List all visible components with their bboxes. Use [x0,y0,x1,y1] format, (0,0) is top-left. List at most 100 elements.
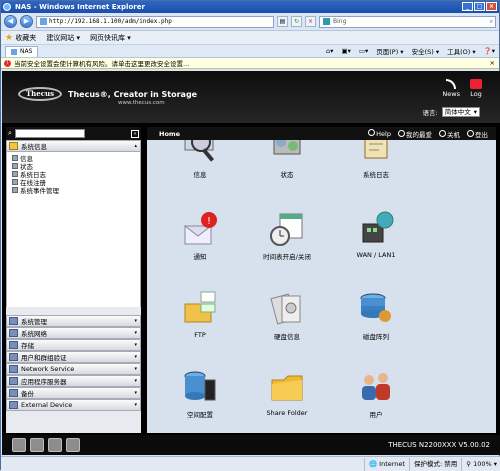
title-bar: NAS - Windows Internet Explorer _ □ × [1,1,499,13]
footer-app-icon-2[interactable] [30,438,44,452]
refresh-icon[interactable]: ↻ [291,16,302,27]
sidebar-category-network[interactable]: 系统网络 ▾ [6,327,141,339]
item-icon [12,187,18,193]
sidebar-category-storage[interactable]: 存储 ▾ [6,339,141,351]
tile-syslog[interactable]: 系统日志 [331,140,421,179]
cmd-help[interactable]: ❓▾ [484,47,495,55]
users-icon [9,353,18,361]
feeds-icon[interactable]: ▣▾ [341,47,350,55]
storage-icon [9,341,18,349]
favorite-icon [398,129,405,137]
brand-site: www.thecus.com [118,100,165,106]
sidebar-search-input[interactable] [14,129,85,138]
footer-app-icon-4[interactable] [66,438,80,452]
status-icon [268,140,306,166]
tile-raid[interactable]: 磁盘阵列 [331,290,421,341]
cmd-page[interactable]: 页面(P) ▾ [376,46,403,56]
backup-icon [9,389,18,397]
tile-users[interactable]: 用户 [331,368,421,419]
security-infobar[interactable]: ! 当前安全设置会使计算机有风险。请单击这里更改安全设置... × [1,58,499,69]
home-icon[interactable]: ⌂▾ [326,47,333,55]
logout-link[interactable]: 登出 [467,129,488,139]
footer-app-icon-1[interactable] [12,438,26,452]
maximize-button[interactable]: □ [474,2,485,11]
tools-icon [9,317,18,325]
chevron-down-icon: ▾ [134,390,137,396]
sidebar-header: ⌕ « [6,127,141,140]
network-icon [9,329,18,337]
infobar-close-icon[interactable]: × [490,59,495,67]
sidebar-category-external-device[interactable]: External Device ▾ [6,399,141,411]
tile-info[interactable]: 信息 [155,140,245,179]
search-icon[interactable]: ⌕ [490,18,493,26]
language-select[interactable]: 简体中文 ▾ [441,107,480,117]
fav-item-suggested-sites[interactable]: 建议网站 ▾ [46,33,80,43]
page-icon [40,18,47,25]
window-title: NAS - Windows Internet Explorer [15,3,145,11]
tile-status[interactable]: 状态 [242,140,332,179]
main-panel: Home Help 我的最爱 关机 登出 信息 状态 系统日志 ! 通知 时间表… [147,127,496,433]
sidebar-category-users[interactable]: 用户和群组验证 ▾ [6,351,141,363]
power-icon [439,129,446,137]
close-button[interactable]: × [486,2,497,11]
favorites-button[interactable]: ★ 收藏夹 [5,33,36,43]
cmd-tools[interactable]: 工具(O) ▾ [447,46,476,56]
tile-disk-info[interactable]: 硬盘信息 [242,290,332,341]
sidebar-item-event-mgmt[interactable]: 系统事件管理 [12,186,135,195]
status-zoom[interactable]: ⚲ 100% ▾ [461,457,500,471]
sidebar-category-network-service[interactable]: Network Service ▾ [6,363,141,375]
ie-logo-icon [3,3,11,11]
tile-space-allocation[interactable]: 空间配置 [155,368,245,419]
back-button[interactable]: ◀ [4,15,17,28]
raid-icon [357,290,395,328]
tile-ftp[interactable]: FTP [155,290,245,339]
cmd-safety[interactable]: 安全(S) ▾ [412,46,440,56]
search-icon: ⌕ [8,129,12,137]
help-link[interactable]: Help [368,129,391,138]
sidebar-category-system-mgmt[interactable]: 系统管理 ▾ [6,315,141,327]
address-bar: ◀ ▶ http://192.168.1.100/adm/index.php ▤… [1,13,499,31]
logout-icon [467,129,474,137]
sidebar-category-backup[interactable]: 备份 ▾ [6,387,141,399]
item-icon [12,163,18,169]
log-icon [470,79,482,89]
sidebar-category-system-info[interactable]: 系统信息 ▴ [6,140,141,152]
collapse-icon[interactable]: « [131,129,139,138]
tile-wan-lan[interactable]: WAN / LAN1 [331,210,421,259]
rss-icon [446,79,457,89]
log-button[interactable]: Log [470,79,482,98]
tile-notification[interactable]: ! 通知 [155,210,245,261]
sidebar-category-app-server[interactable]: 应用程序服务器 ▾ [6,375,141,387]
nas-admin-page: Thecus Thecus®, Creator in Storage www.t… [2,71,500,455]
space-alloc-icon [181,368,219,406]
page-footer: THECUS N2200XXX V5.00.02 [2,435,500,455]
print-icon[interactable]: ▭▾ [359,47,368,55]
favorites-link[interactable]: 我的最爱 [398,129,432,139]
thecus-logo: Thecus Thecus®, Creator in Storage www.t… [18,87,198,106]
shutdown-link[interactable]: 关机 [439,129,460,139]
tab-page-icon [11,48,17,55]
address-field[interactable]: http://192.168.1.100/adm/index.php [36,15,274,28]
tab-nas[interactable]: NAS [5,45,39,57]
chevron-down-icon: ▾ [134,366,137,372]
tile-share-folder[interactable]: Share Folder [242,368,332,417]
forward-button[interactable]: ▶ [20,15,33,28]
compat-view-icon[interactable]: ▤ [277,16,288,27]
item-icon [12,171,18,177]
status-protected-mode: 保护模式: 禁用 [408,457,461,471]
news-button[interactable]: News [442,79,460,98]
item-icon [12,179,18,185]
chevron-down-icon: ▾ [134,402,137,408]
star-icon: ★ [5,32,14,43]
minimize-button[interactable]: _ [462,2,473,11]
search-input[interactable]: Bing ⌕ [319,15,496,28]
infobar-text: 当前安全设置会使计算机有风险。请单击这里更改安全设置... [14,60,190,68]
tab-bar: NAS ⌂▾ ▣▾ ▭▾ 页面(P) ▾ 安全(S) ▾ 工具(O) ▾ ❓▾ [1,45,499,58]
stop-icon[interactable]: × [305,16,316,27]
brand-slogan: Thecus®, Creator in Storage [68,89,198,99]
language-selector-group: 语言: 简体中文 ▾ [423,107,480,117]
fav-item-web-slices[interactable]: 网页快讯库 ▾ [90,33,131,43]
tile-schedule[interactable]: 时间表开启/关闭 [242,210,332,261]
favorites-bar: ★ 收藏夹 建议网站 ▾ 网页快讯库 ▾ [1,31,499,45]
footer-app-icon-3[interactable] [48,438,62,452]
